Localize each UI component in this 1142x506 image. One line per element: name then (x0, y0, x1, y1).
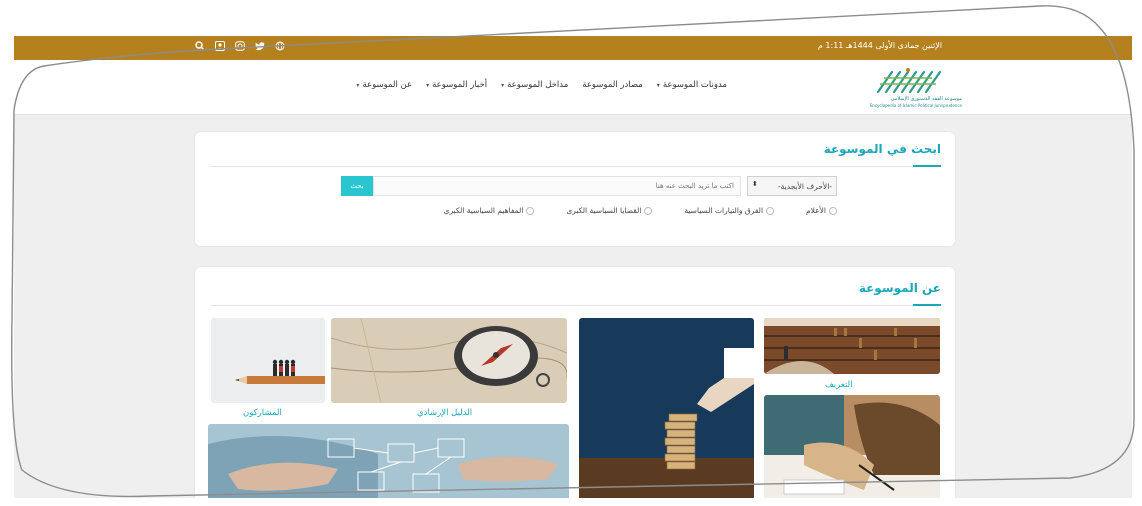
site-logo[interactable]: موسوعة الفقه الدستوري الإسلامي Encyclope… (852, 66, 962, 110)
radio-circle[interactable] (644, 206, 653, 215)
nav-item-entries[interactable]: مداخل الموسوعة ▾ (501, 80, 568, 90)
title-underline (913, 165, 941, 167)
globe-icon[interactable] (274, 40, 285, 51)
title-underline (913, 304, 941, 306)
filter-label: الفرق والتيارات السياسية (684, 206, 764, 215)
radio-circle[interactable] (526, 206, 535, 215)
about-card: عن الموسوعة التعريف الدليل الإرشادي المش… (195, 267, 955, 498)
search-input[interactable] (373, 176, 741, 196)
nav-item-label: عن الموسوعة (362, 80, 413, 90)
nav-item-blogs[interactable]: مدونات الموسوعة ▾ (657, 80, 727, 90)
date-time-text: الإثنين جمادى الأولى 1444هـ 1:11 م (817, 41, 942, 50)
tile-guide-image[interactable] (331, 318, 567, 403)
filter-political-sects[interactable]: الفرق والتيارات السياسية (684, 206, 775, 215)
search-button[interactable]: بحث (341, 176, 373, 196)
logo-title-ar: موسوعة الفقه الدستوري الإسلامي (890, 96, 962, 102)
search-divider (209, 166, 941, 167)
filter-political-concepts[interactable]: المفاهيم السياسية الكبرى (444, 206, 535, 215)
nav-item-label: أخبار الموسوعة (432, 80, 488, 90)
nav-item-label: مدونات الموسوعة (662, 80, 727, 90)
select-arrows-icon: ⬍ (752, 180, 758, 188)
caret-down-icon: ▾ (501, 81, 505, 89)
twitter-icon[interactable] (254, 40, 265, 51)
nav-item-about[interactable]: عن الموسوعة ▾ (356, 80, 412, 90)
search-filters: المفاهيم السياسية الكبرى القضايا السياسي… (444, 206, 837, 215)
tile-participants-image[interactable] (211, 318, 325, 403)
nav-item-label: مداخل الموسوعة (507, 80, 569, 90)
tile-guide-label[interactable]: الدليل الإرشادي (417, 408, 472, 418)
calligraphy-logo-icon (876, 68, 942, 94)
tile-definition-image[interactable] (764, 318, 940, 374)
caret-down-icon: ▾ (356, 81, 360, 89)
browser-screenshot: الإثنين جمادى الأولى 1444هـ 1:11 م موسوع… (14, 36, 1132, 498)
filter-figures[interactable]: الأعلام (806, 206, 837, 215)
search-title: ابحث في الموسوعة (823, 142, 941, 156)
tile-blocks-image[interactable] (579, 318, 754, 498)
filter-label: المفاهيم السياسية الكبرى (443, 206, 524, 215)
social-icons (194, 40, 285, 51)
filter-label: القضايا السياسية الكبرى (566, 206, 642, 215)
nav-item-label: مصادر الموسوعة (582, 80, 643, 90)
nav-item-news[interactable]: أخبار الموسوعة ▾ (426, 80, 487, 90)
search-card: ابحث في الموسوعة -الأحرف الأبجدية- ⬍ بحث… (195, 132, 955, 246)
search-icon[interactable] (194, 40, 205, 51)
main-navbar: موسوعة الفقه الدستوري الإسلامي Encyclope… (14, 60, 1132, 115)
filter-label: الأعلام (806, 206, 826, 215)
tile-definition-label[interactable]: التعريف (825, 380, 852, 390)
caret-down-icon: ▾ (426, 81, 430, 89)
caret-down-icon: ▾ (656, 81, 660, 89)
instagram-icon[interactable] (234, 40, 245, 51)
tile-participants-label[interactable]: المشاركون (243, 408, 282, 418)
letters-select-value: -الأحرف الأبجدية- (777, 181, 832, 191)
radio-circle[interactable] (766, 206, 775, 215)
letters-select[interactable]: -الأحرف الأبجدية- ⬍ (747, 176, 837, 196)
top-bar: الإثنين جمادى الأولى 1444هـ 1:11 م (14, 36, 1132, 60)
logo-title-en: Encyclopedia of Islamic Political Jurisp… (869, 103, 962, 108)
radio-circle[interactable] (829, 206, 837, 215)
tile-writing-image[interactable] (764, 395, 940, 498)
filter-political-issues[interactable]: القضايا السياسية الكبرى (566, 206, 653, 215)
about-title: عن الموسوعة (858, 281, 941, 295)
user-icon[interactable] (214, 40, 225, 51)
main-menu: عن الموسوعة ▾ أخبار الموسوعة ▾ مداخل الم… (356, 80, 727, 90)
nav-item-sources[interactable]: مصادر الموسوعة (582, 80, 643, 90)
about-divider (211, 305, 941, 306)
tile-network-image[interactable] (208, 424, 569, 498)
